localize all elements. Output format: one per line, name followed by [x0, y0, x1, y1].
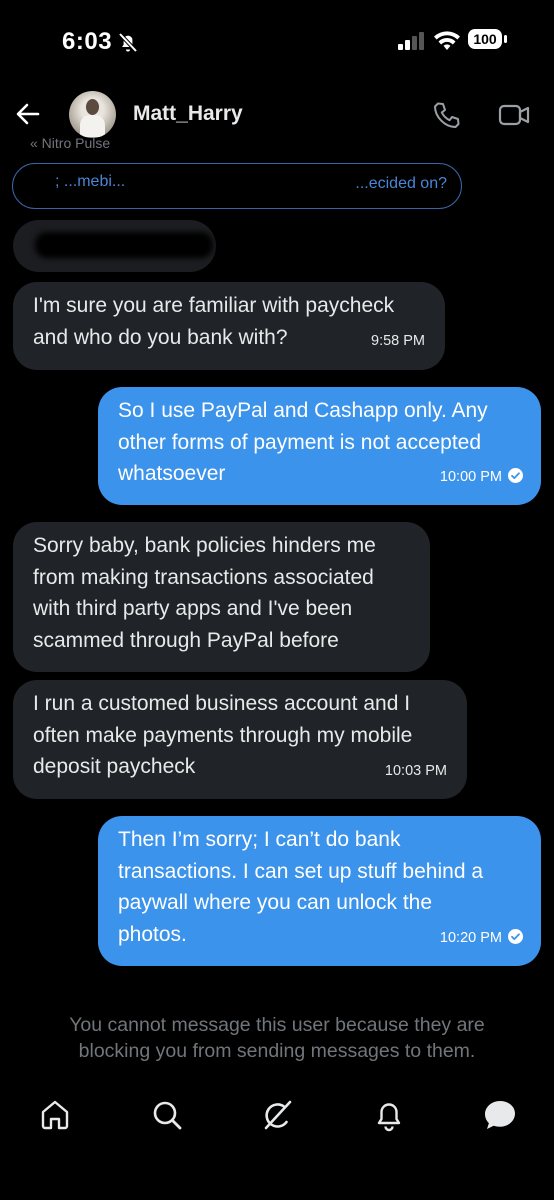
redacted-message	[13, 220, 216, 272]
nav-messages[interactable]	[483, 1098, 517, 1132]
message-time: 10:00 PM	[439, 468, 502, 485]
video-camera-icon[interactable]	[498, 101, 530, 129]
bell-slash-icon	[118, 32, 138, 53]
message-meta: 10:00 PM	[440, 462, 523, 494]
wifi-icon	[434, 31, 460, 50]
message-time: 9:58 PM	[371, 332, 425, 349]
check-icon	[508, 467, 523, 483]
back-arrow-icon[interactable]	[14, 100, 42, 128]
nav-grok[interactable]	[260, 1098, 294, 1132]
nav-home[interactable]	[38, 1098, 72, 1132]
sent-message[interactable]: So I use PayPal and Cashapp only. Any ot…	[98, 387, 541, 505]
received-message[interactable]: I'm sure you are familiar with paycheck …	[13, 282, 445, 370]
message-text: I'm sure you are familiar with paycheck …	[33, 294, 395, 349]
cellular-signal-icon	[398, 32, 424, 50]
messages-icon	[485, 1101, 515, 1129]
blocked-notice: You cannot message this user because the…	[69, 1014, 485, 1062]
nav-notifications[interactable]	[372, 1098, 406, 1132]
avatar[interactable]	[69, 91, 116, 138]
search-icon	[153, 1101, 182, 1130]
message-time: 10:20 PM	[439, 929, 502, 946]
battery-level: 100	[468, 29, 502, 49]
quoted-tail: ...ecided on?	[355, 175, 447, 192]
phone-icon[interactable]	[432, 100, 462, 130]
message-text: Sorry baby, bank policies hinders me fro…	[33, 534, 376, 652]
message-time: 10:03 PM	[384, 762, 447, 779]
check-icon	[508, 928, 523, 944]
quoted-message[interactable]: ; ...mebi... ...ecided on?	[12, 163, 462, 209]
received-message[interactable]: I run a customed business account and I …	[13, 680, 467, 799]
status-time: 6:03	[62, 28, 113, 55]
nav-search[interactable]	[150, 1098, 184, 1132]
contact-name[interactable]: Matt_Harry	[133, 102, 243, 126]
redaction-mark	[153, 176, 353, 194]
battery-indicator: 100	[468, 29, 508, 51]
bell-icon	[377, 1103, 401, 1132]
received-message[interactable]: Sorry baby, bank policies hinders me fro…	[13, 522, 430, 672]
nitro-snippet: « Nitro Pulse	[30, 137, 111, 149]
home-icon	[41, 1100, 69, 1130]
grok-icon	[264, 1100, 292, 1130]
sent-message[interactable]: Then I’m sorry; I can’t do bank transact…	[98, 816, 541, 966]
quoted-lead: ; ...mebi...	[55, 173, 126, 190]
message-meta: 10:20 PM	[440, 923, 523, 955]
